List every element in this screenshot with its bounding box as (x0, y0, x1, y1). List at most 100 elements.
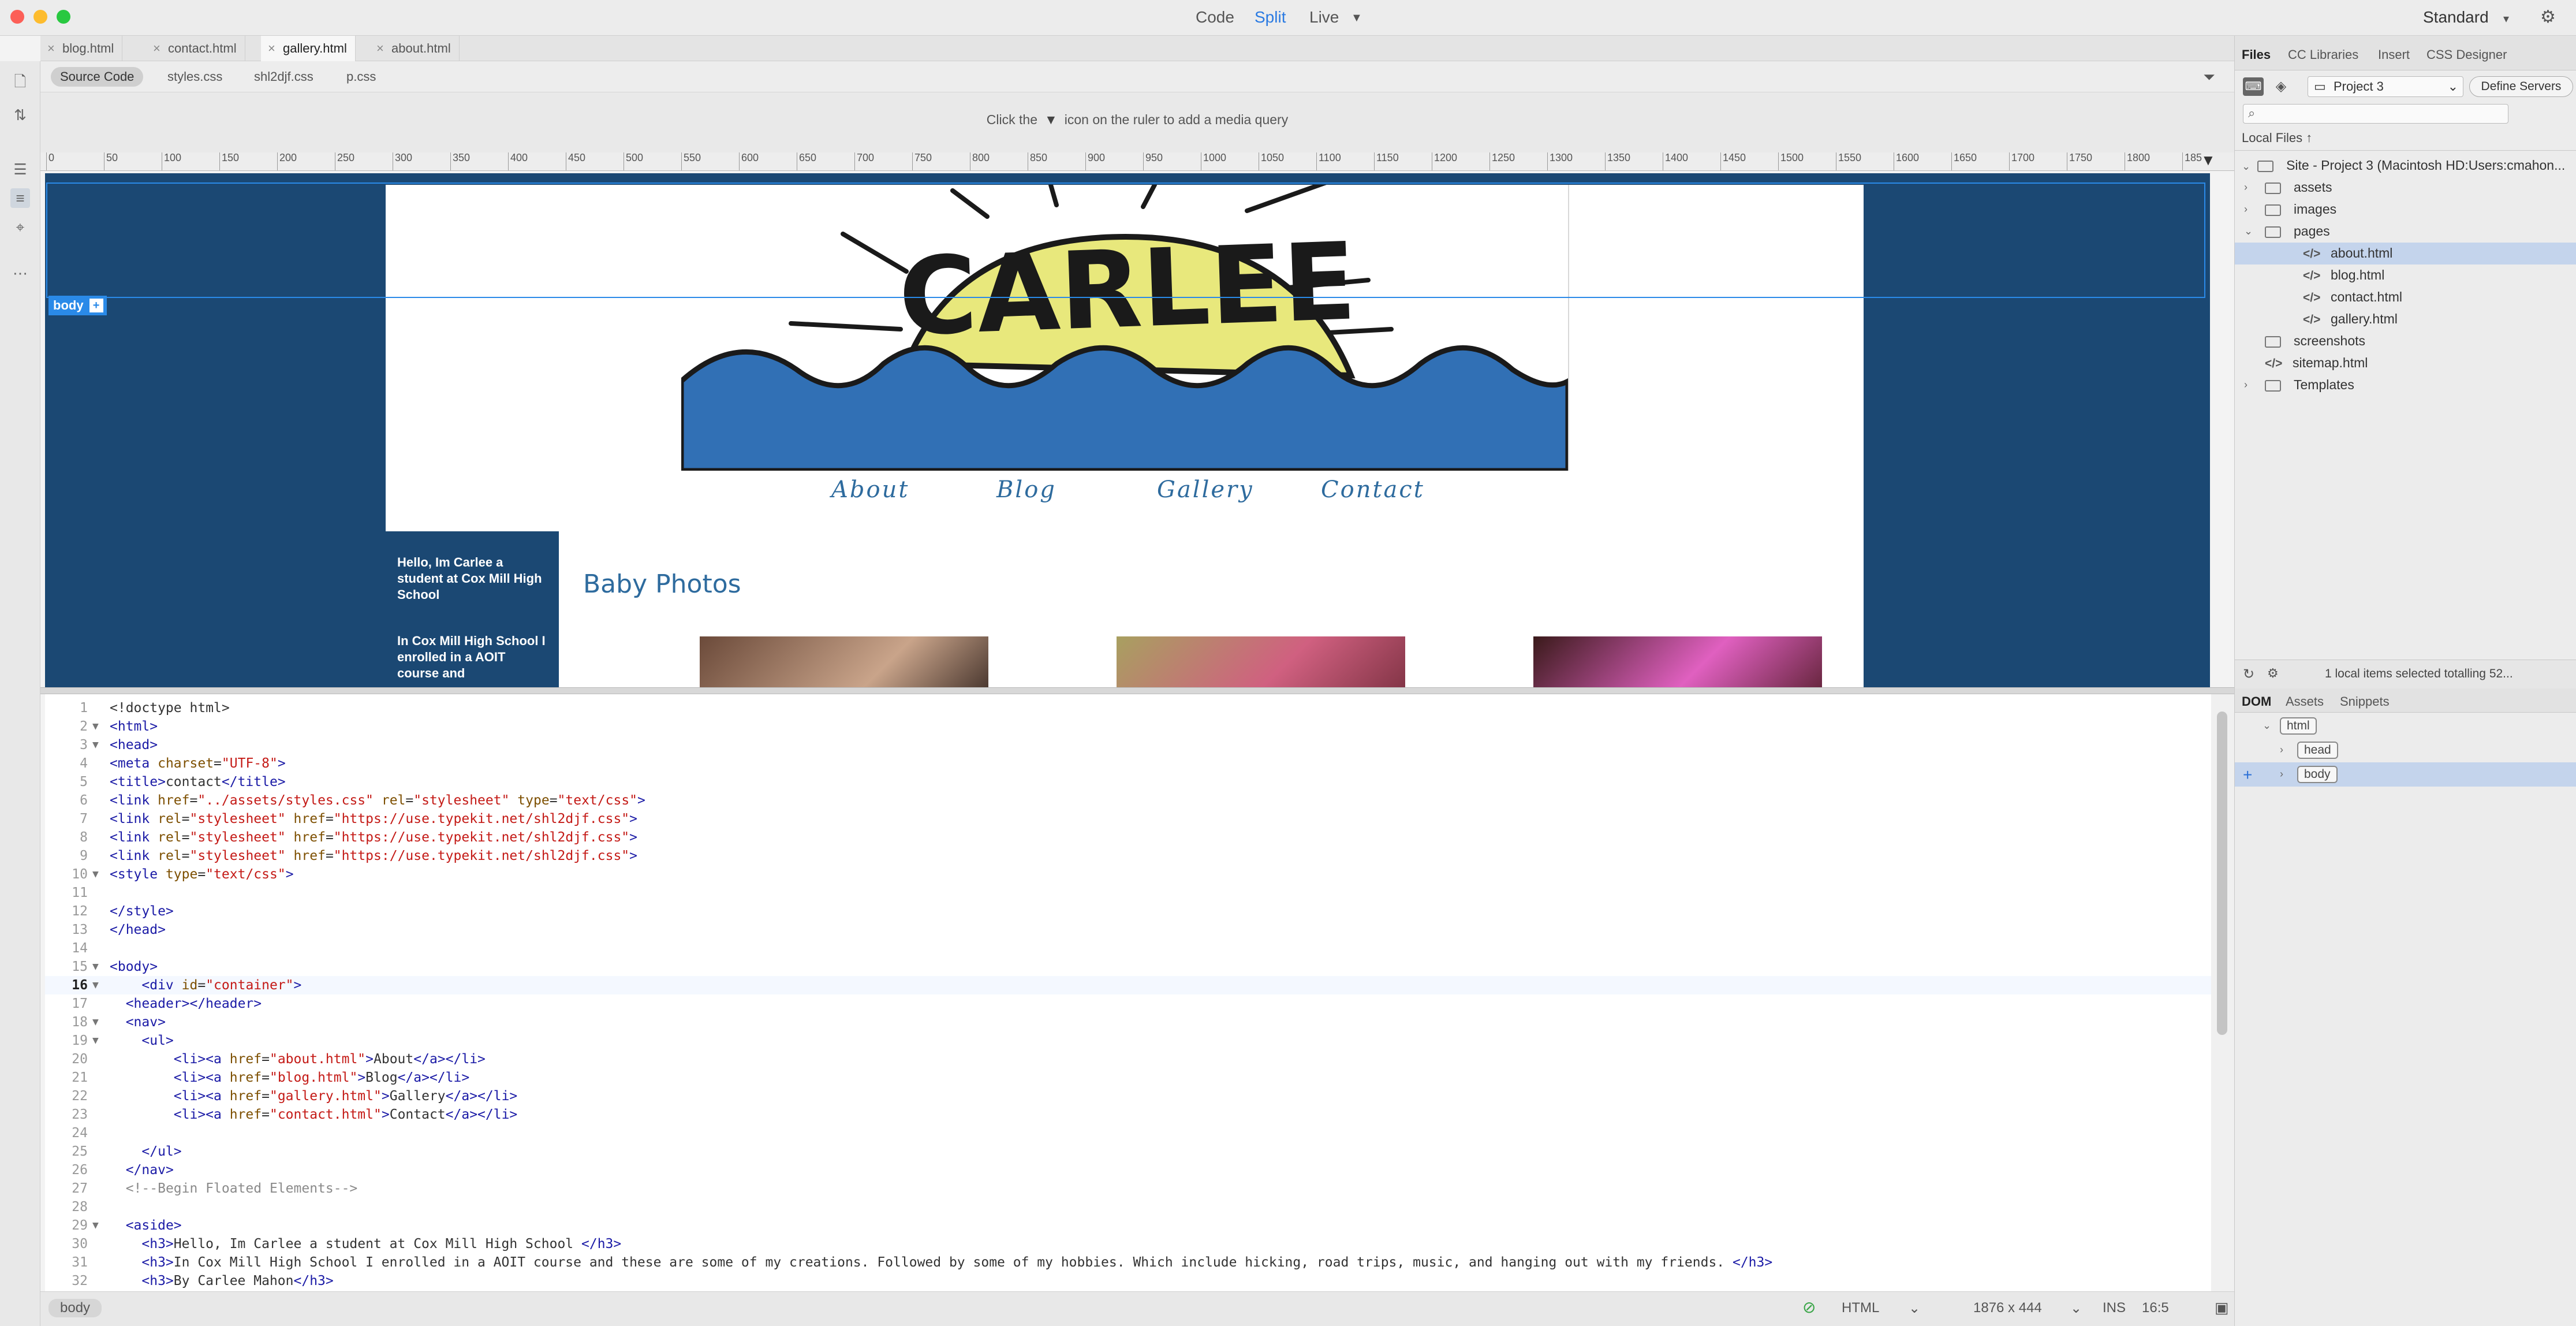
add-element-icon[interactable]: + (2243, 766, 2252, 784)
code-line[interactable]: 23 <li><a href="contact.html">Contact</a… (45, 1105, 2211, 1124)
language-select[interactable]: HTML (1842, 1300, 1879, 1316)
chevron-down-icon[interactable]: ⌄ (2070, 1300, 2082, 1317)
code-line[interactable]: 16 ▼ <div id="container"> (45, 976, 2211, 994)
code-line[interactable]: 10 ▼ <style type="text/css"> (45, 865, 2211, 884)
code-line[interactable]: 29 ▼ <aside> (45, 1216, 2211, 1235)
code-line[interactable]: 27 <!--Begin Floated Elements--> (45, 1179, 2211, 1198)
live-view-button[interactable]: Live (1309, 8, 1339, 27)
files-search-input[interactable]: ⌕ (2243, 104, 2508, 124)
close-icon[interactable]: × (376, 36, 384, 61)
code-scrollbar[interactable] (2211, 694, 2234, 1291)
file-tree-folder[interactable]: › assets (2244, 177, 2332, 198)
tab-css-designer[interactable]: CSS Designer (2426, 47, 2507, 62)
zoom-window-button[interactable] (57, 10, 70, 24)
code-line[interactable]: 19 ▼ <ul> (45, 1031, 2211, 1050)
nav-link-blog[interactable]: Blog (996, 476, 1056, 503)
chevron-right-icon[interactable]: › (2280, 768, 2283, 780)
format-source-icon[interactable]: ☰ (10, 159, 30, 179)
related-p-css[interactable]: p.css (337, 67, 385, 87)
tab-dom[interactable]: DOM (2242, 694, 2271, 709)
tab-files[interactable]: Files (2242, 47, 2271, 62)
preview-icon[interactable]: ▣ (2215, 1299, 2229, 1317)
code-line[interactable]: 13 </head> (45, 921, 2211, 939)
chevron-down-icon[interactable]: ⌄ (2263, 720, 2271, 732)
settings-icon[interactable]: ⚙ (2267, 666, 2279, 681)
tab-gallery[interactable]: × gallery.html (261, 36, 356, 61)
nav-link-about[interactable]: About (831, 476, 909, 503)
element-hud[interactable]: body + (48, 296, 107, 315)
dom-node-head[interactable]: head (2297, 742, 2338, 759)
fold-toggle-icon[interactable]: ▼ (92, 865, 99, 884)
scrollbar-thumb[interactable] (2217, 712, 2227, 1035)
filter-icon[interactable]: ⏷ (2194, 67, 2224, 87)
code-editor[interactable]: 1 <!doctype html> 2 ▼ <html> 3 ▼ <head> 4 <meta c… (45, 694, 2211, 1291)
code-line[interactable]: 7 <link rel="stylesheet" href="https://us… (45, 810, 2211, 828)
ruler[interactable]: 0 50 100 150 200 250 300 350 400 450 500 550 600 650 7… (40, 152, 2234, 171)
fold-toggle-icon[interactable]: ▼ (92, 717, 99, 736)
close-icon[interactable]: × (153, 36, 160, 61)
code-line[interactable]: 12 </style> (45, 902, 2211, 921)
define-servers-button[interactable]: Define Servers (2469, 76, 2573, 97)
chevron-down-icon[interactable]: ▾ (2503, 12, 2509, 26)
dom-node-body[interactable]: body (2297, 766, 2338, 783)
code-line[interactable]: 6 <link href="../assets/styles.css" rel="… (45, 791, 2211, 810)
tab-about[interactable]: × about.html (369, 36, 460, 61)
chevron-right-icon[interactable]: › (2280, 744, 2283, 756)
git-icon[interactable]: ◈ (2271, 77, 2291, 96)
workspace-switcher[interactable]: Standard (2423, 8, 2489, 27)
chevron-down-icon[interactable]: ⌄ (1909, 1300, 1920, 1317)
dom-selected-row[interactable] (2235, 762, 2576, 787)
connect-icon[interactable]: ⌨ (2243, 77, 2264, 96)
refresh-icon[interactable]: ↻ (2243, 666, 2254, 683)
code-line[interactable]: 9 <link rel="stylesheet" href="https://us… (45, 847, 2211, 865)
file-tree-file[interactable]: </> blog.html (2303, 265, 2384, 285)
related-source-code[interactable]: Source Code (51, 67, 144, 87)
tab-blog[interactable]: × blog.html (40, 36, 123, 61)
code-line[interactable]: 4 <meta charset="UTF-8"> (45, 754, 2211, 773)
fold-toggle-icon[interactable]: ▼ (92, 1013, 99, 1031)
tag-selector[interactable]: body (48, 1299, 102, 1317)
code-line[interactable]: 25 </ul> (45, 1142, 2211, 1161)
chevron-right-icon[interactable]: › (2244, 177, 2248, 198)
close-icon[interactable]: × (47, 36, 55, 61)
file-tree-folder[interactable]: › Templates (2244, 374, 2354, 395)
fold-toggle-icon[interactable]: ▼ (92, 1216, 99, 1235)
code-line[interactable]: 14 (45, 939, 2211, 958)
window-size-select[interactable]: 1876 x 444 (1973, 1300, 2042, 1316)
format-icon[interactable]: ≡ (10, 188, 30, 208)
code-line[interactable]: 11 (45, 884, 2211, 902)
code-line[interactable]: 20 <li><a href="about.html">About</a></l… (45, 1050, 2211, 1068)
view-splitter[interactable] (40, 687, 2234, 694)
tab-insert[interactable]: Insert (2378, 47, 2410, 62)
tab-snippets[interactable]: Snippets (2340, 694, 2390, 709)
minimize-window-button[interactable] (33, 10, 47, 24)
code-line[interactable]: 2 ▼ <html> (45, 717, 2211, 736)
code-line[interactable]: 31 <h3>In Cox Mill High School I enrolle… (45, 1253, 2211, 1272)
tab-contact[interactable]: × contact.html (146, 36, 245, 61)
chevron-down-icon[interactable]: ▼ (1351, 12, 1362, 25)
site-select[interactable]: ▭ Project 3 ⌄ (2308, 76, 2463, 97)
related-shl2djf-css[interactable]: shl2djf.css (245, 67, 323, 87)
code-line[interactable]: 8 <link rel="stylesheet" href="https://us… (45, 828, 2211, 847)
close-window-button[interactable] (10, 10, 24, 24)
dom-node-html[interactable]: html (2280, 717, 2317, 735)
media-query-bar[interactable]: Click the ▼ icon on the ruler to add a m… (40, 92, 2234, 152)
code-line[interactable]: 28 (45, 1198, 2211, 1216)
sort-icon[interactable]: ⇅ (10, 105, 30, 125)
code-line[interactable]: 3 ▼ <head> (45, 736, 2211, 754)
file-tree-file[interactable]: </> sitemap.html (2265, 352, 2368, 373)
nav-link-gallery[interactable]: Gallery (1157, 476, 1254, 503)
file-tree-folder[interactable]: screenshots (2265, 330, 2365, 351)
fold-toggle-icon[interactable]: ▼ (92, 976, 99, 994)
add-element-icon[interactable]: + (89, 299, 103, 312)
fold-toggle-icon[interactable]: ▼ (92, 1031, 99, 1050)
chevron-right-icon[interactable]: › (2244, 199, 2248, 219)
nav-link-contact[interactable]: Contact (1321, 476, 1425, 503)
code-line[interactable]: 17 <header></header> (45, 994, 2211, 1013)
related-styles-css[interactable]: styles.css (158, 67, 232, 87)
tab-cc-libraries[interactable]: CC Libraries (2288, 47, 2358, 62)
code-line[interactable]: 1 <!doctype html> (45, 699, 2211, 717)
file-tree-file[interactable]: </> gallery.html (2303, 308, 2398, 329)
fold-toggle-icon[interactable]: ▼ (92, 958, 99, 976)
gear-icon[interactable]: ⚙ (2540, 7, 2556, 27)
